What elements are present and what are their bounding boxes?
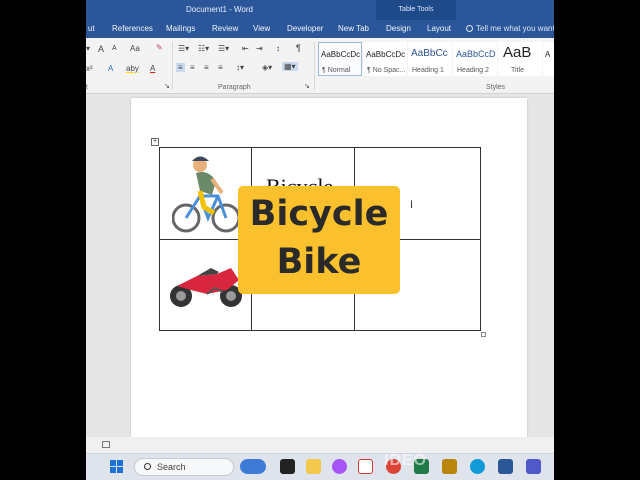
align-center-icon[interactable]: ≡: [190, 63, 195, 72]
style-sample: AaBbCc: [411, 48, 448, 59]
tab-view[interactable]: View: [253, 24, 270, 33]
style-normal[interactable]: AaBbCcDc ¶ Normal: [318, 42, 362, 76]
style-sample: AaBbCcD: [456, 49, 496, 59]
caption-line-1: Bicycle: [249, 194, 389, 234]
text-cursor-icon: I: [410, 199, 414, 211]
paragraph-dialog-launcher-icon[interactable]: ↘: [304, 82, 310, 90]
style-sample: AaBbCcDc: [321, 50, 361, 59]
style-sample: AaBbCcDc: [366, 50, 406, 59]
change-case-button[interactable]: Aa: [130, 44, 140, 53]
table-move-handle[interactable]: +: [151, 138, 159, 146]
borders-icon[interactable]: ▦▾: [282, 62, 298, 71]
style-heading-2[interactable]: AaBbCcD Heading 2: [453, 42, 497, 76]
cyclist-emoji-icon: [172, 156, 240, 233]
font-dialog-launcher-icon[interactable]: ↘: [164, 82, 170, 90]
title-bar: Document1 - Word Table Tools: [86, 0, 554, 20]
style-sample: A: [545, 50, 551, 59]
status-bar: [86, 437, 554, 453]
tab-mailings[interactable]: Mailings: [166, 24, 195, 33]
line-spacing-icon[interactable]: ↕▾: [236, 63, 244, 72]
file-explorer-icon[interactable]: [306, 459, 321, 474]
style-partial[interactable]: A: [543, 42, 554, 76]
style-title[interactable]: AaB Title: [498, 42, 542, 76]
grow-font-button[interactable]: A: [98, 44, 104, 54]
text-effects-icon[interactable]: A: [108, 64, 113, 73]
tell-me-text: Tell me what you want: [476, 24, 554, 33]
word-icon[interactable]: [498, 459, 513, 474]
proofing-icon[interactable]: [102, 441, 110, 448]
styles-group-label: Styles: [486, 84, 506, 91]
tell-me-box[interactable]: Tell me what you want: [466, 24, 554, 33]
bullets-icon[interactable]: ☰▾: [178, 44, 189, 53]
font-color-button[interactable]: A: [150, 64, 155, 73]
lightbulb-icon: [466, 25, 473, 32]
tab-layout-partial[interactable]: ut: [88, 24, 95, 33]
caption-overlay: Bicycle Bike: [238, 186, 400, 294]
pdf-icon[interactable]: [358, 459, 373, 474]
increase-indent-icon[interactable]: ⇥: [256, 44, 263, 53]
tab-new-tab[interactable]: New Tab: [338, 24, 369, 33]
sort-icon[interactable]: ↕: [276, 44, 280, 53]
show-formatting-button[interactable]: ¶: [296, 43, 301, 53]
clear-formatting-icon[interactable]: ✎: [156, 43, 163, 52]
ribbon: ▾ A A Aa ✎ x² A aby A t ↘ ☰▾ ☷▾ ☰▾ ⇤ ⇥ ↕…: [86, 38, 554, 94]
shrink-font-button[interactable]: A: [112, 45, 117, 52]
terminal-icon[interactable]: [280, 459, 295, 474]
tab-references[interactable]: References: [112, 24, 153, 33]
style-name: Heading 1: [412, 67, 444, 74]
align-left-icon[interactable]: ≡: [176, 63, 185, 72]
font-dropdown-arrow[interactable]: ▾: [86, 44, 90, 53]
highlight-button[interactable]: aby: [126, 64, 139, 73]
watermark-text: IDEO: [384, 452, 428, 469]
style-name: Heading 2: [457, 67, 489, 74]
numbering-icon[interactable]: ☷▾: [198, 44, 209, 53]
tab-developer[interactable]: Developer: [287, 24, 323, 33]
taskbar: Search: [86, 453, 554, 480]
tab-layout[interactable]: Layout: [427, 24, 451, 33]
teams-icon[interactable]: [526, 459, 541, 474]
windows-start-icon[interactable]: [110, 460, 124, 474]
search-label: Search: [157, 462, 186, 472]
paragraph-group-label: Paragraph: [218, 84, 251, 91]
copilot-icon[interactable]: [332, 459, 347, 474]
decrease-indent-icon[interactable]: ⇤: [242, 44, 249, 53]
widgets-icon[interactable]: [240, 459, 266, 474]
style-no-spacing[interactable]: AaBbCcDc ¶ No Spac...: [363, 42, 407, 76]
style-name: Title: [511, 67, 524, 74]
document-title: Document1 - Word: [186, 5, 253, 14]
caption-line-2: Bike: [276, 242, 362, 282]
superscript-button[interactable]: x²: [86, 64, 93, 73]
multilevel-list-icon[interactable]: ☰▾: [218, 44, 229, 53]
style-sample: AaB: [503, 44, 532, 61]
taskbar-search[interactable]: Search: [134, 458, 234, 476]
ribbon-separator: [172, 42, 173, 90]
style-name: ¶ Normal: [322, 67, 351, 74]
style-name: ¶ No Spac...: [367, 67, 406, 74]
style-heading-1[interactable]: AaBbCc Heading 1: [408, 42, 452, 76]
font-group-label-fragment: t: [86, 84, 88, 91]
table-resize-handle[interactable]: [481, 332, 486, 337]
ribbon-separator: [314, 42, 315, 90]
archive-icon[interactable]: [442, 459, 457, 474]
tab-design[interactable]: Design: [386, 24, 411, 33]
shading-icon[interactable]: ◈▾: [262, 63, 272, 72]
justify-icon[interactable]: ≡: [218, 63, 223, 72]
motorcycle-emoji-icon: [170, 268, 242, 307]
tab-review[interactable]: Review: [212, 24, 238, 33]
ribbon-tab-row: ut References Mailings Review View Devel…: [86, 20, 554, 38]
align-right-icon[interactable]: ≡: [204, 63, 209, 72]
search-icon: [144, 463, 151, 470]
table-tools-group-label: Table Tools: [376, 0, 456, 20]
edge-icon[interactable]: [470, 459, 485, 474]
